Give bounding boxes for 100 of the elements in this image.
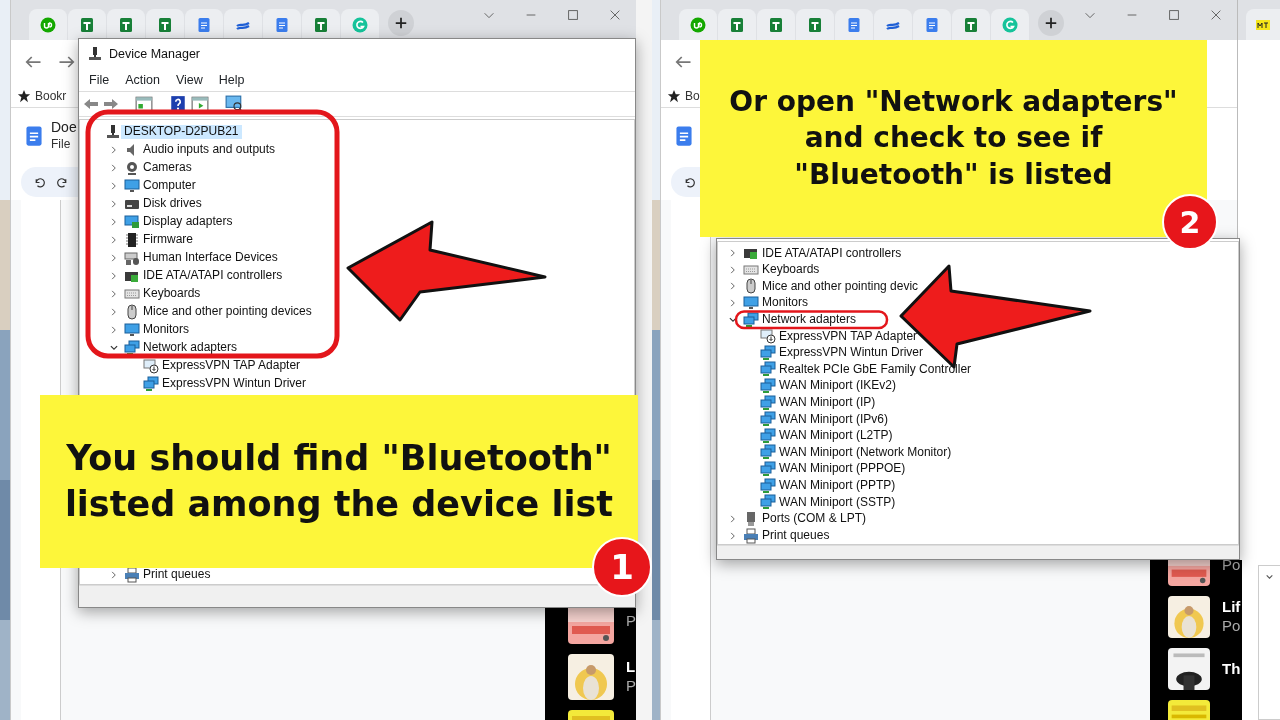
bookmark-label[interactable]: Bookr (35, 86, 67, 105)
network-adapter-icon (760, 328, 776, 345)
printer-icon (124, 567, 140, 583)
properties-icon[interactable] (135, 95, 153, 113)
tree-item[interactable]: Monitors (140, 323, 192, 337)
browser-tab[interactable] (952, 9, 990, 40)
browser-tab[interactable] (185, 9, 223, 40)
window-title: Device Manager (109, 45, 200, 63)
printer-icon (743, 527, 759, 544)
plus-icon (394, 16, 408, 30)
tree-item[interactable]: Print queues (140, 568, 214, 582)
network-icon (124, 340, 140, 356)
browser-tab[interactable] (874, 9, 912, 40)
browser-tab[interactable] (835, 9, 873, 40)
tree-item[interactable]: Keyboards (140, 287, 204, 301)
document-icon (274, 16, 290, 33)
menu-item[interactable]: Help (210, 70, 253, 90)
document-title[interactable]: Doe (51, 118, 77, 136)
undo-icon[interactable] (33, 175, 46, 189)
close-icon[interactable] (608, 8, 622, 22)
browser-tab[interactable] (29, 9, 67, 40)
tree-item[interactable]: Mice and other pointing devic (759, 279, 922, 294)
back-icon[interactable] (83, 96, 99, 112)
network-adapter-icon (143, 358, 159, 374)
browser-tab[interactable] (107, 9, 145, 40)
tree-item[interactable]: WAN Miniport (IP) (776, 396, 879, 410)
tree-item[interactable]: Keyboards (759, 263, 823, 277)
tree-item[interactable]: Print queues (759, 529, 833, 543)
tree-item[interactable]: Cameras (140, 161, 195, 175)
browser-tab[interactable] (1246, 9, 1280, 40)
menu-item[interactable]: Action (117, 70, 168, 90)
spreadsheet-icon (768, 16, 784, 33)
document-icon (846, 16, 862, 33)
webcam-icon (124, 160, 140, 176)
browser-tab[interactable] (341, 9, 379, 40)
browser-tab[interactable] (913, 9, 951, 40)
browser-tab[interactable] (146, 9, 184, 40)
tree-item[interactable]: Ports (COM & LPT) (759, 512, 869, 526)
maximize-icon[interactable] (1167, 8, 1181, 22)
network-icon (760, 477, 776, 494)
scan-monitor-icon[interactable] (225, 95, 243, 113)
tree-item[interactable]: Human Interface Devices (140, 251, 281, 265)
network-icon (143, 376, 159, 392)
maximize-icon[interactable] (566, 8, 580, 22)
tree-item[interactable]: WAN Miniport (PPPOE) (776, 462, 909, 476)
close-icon[interactable] (1209, 8, 1223, 22)
tree-item[interactable]: Mice and other pointing devices (140, 305, 315, 319)
computer-icon (105, 124, 121, 140)
tree-item[interactable]: Monitors (759, 296, 811, 310)
tree-item[interactable]: Computer (140, 179, 199, 193)
tree-item[interactable]: DESKTOP-D2PUB21 (121, 125, 242, 139)
spreadsheet-icon (118, 16, 134, 33)
network-icon (760, 444, 776, 461)
browser-tab[interactable] (302, 9, 340, 40)
tree-item[interactable]: Firmware (140, 233, 196, 247)
episode-title[interactable]: L (626, 658, 636, 677)
browser-tab[interactable] (757, 9, 795, 40)
browser-tab[interactable] (796, 9, 834, 40)
browser-tab[interactable] (263, 9, 301, 40)
new-tab-button[interactable] (1038, 10, 1064, 36)
menu-item[interactable]: File (51, 135, 77, 154)
tree-item[interactable]: WAN Miniport (SSTP) (776, 495, 899, 509)
tree-item[interactable]: ExpressVPN Wintun Driver (159, 377, 310, 391)
tree-item[interactable]: IDE ATA/ATAPI controllers (759, 246, 905, 260)
tree-item[interactable]: WAN Miniport (IPv6) (776, 412, 891, 426)
tree-item[interactable]: Network adapters (140, 341, 241, 355)
tree-item[interactable]: Disk drives (140, 197, 205, 211)
forward-icon[interactable] (103, 96, 119, 112)
undo-icon[interactable] (683, 175, 696, 189)
tree-item[interactable]: IDE ATA/ATAPI controllers (140, 269, 286, 283)
chevron-down-icon[interactable] (108, 343, 119, 353)
browser-tab[interactable] (679, 9, 717, 40)
tree-item[interactable]: ExpressVPN TAP Adapter (776, 329, 921, 343)
tree-item[interactable]: ExpressVPN TAP Adapter (159, 359, 304, 373)
menu-item[interactable]: View (167, 70, 211, 90)
tree-item[interactable]: Display adapters (140, 215, 236, 229)
keyboard-mouse-icon (124, 250, 140, 266)
tree-item[interactable]: WAN Miniport (L2TP) (776, 429, 896, 443)
update-driver-icon[interactable] (191, 95, 209, 113)
tree-item[interactable]: ExpressVPN Wintun Driver (776, 346, 927, 360)
bookmark-label[interactable]: Bo (685, 86, 700, 105)
network-icon (760, 461, 776, 477)
new-tab-button[interactable] (388, 10, 414, 36)
chevron-down-icon (1265, 572, 1274, 581)
tree-item[interactable]: Network adapters (759, 313, 860, 327)
spreadsheet-icon (313, 16, 329, 33)
redo-icon[interactable] (56, 175, 69, 189)
tree-item[interactable]: WAN Miniport (PPTP) (776, 479, 899, 493)
menu-item[interactable]: File (81, 70, 118, 90)
tree-item[interactable]: Realtek PCIe GbE Family Controller (776, 362, 975, 377)
tree-item[interactable]: WAN Miniport (Network Monitor) (776, 445, 955, 459)
network-icon (760, 378, 776, 395)
browser-tab[interactable] (68, 9, 106, 40)
episode-title[interactable]: Lif (1222, 598, 1241, 617)
app-logo-icon (690, 16, 706, 33)
tree-item[interactable]: Audio inputs and outputs (140, 143, 279, 157)
browser-tab[interactable] (718, 9, 756, 40)
browser-tab[interactable] (224, 9, 262, 40)
episode-title[interactable]: Th (1222, 659, 1241, 679)
tree-item[interactable]: WAN Miniport (IKEv2) (776, 379, 899, 393)
